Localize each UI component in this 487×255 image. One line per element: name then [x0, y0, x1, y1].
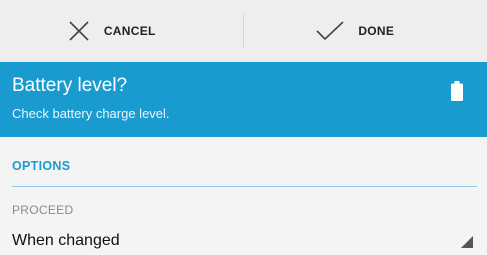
proceed-label: PROCEED	[12, 203, 74, 217]
dropdown-corner-icon	[461, 235, 473, 253]
dialog-header: Battery level? Check battery charge leve…	[0, 62, 487, 137]
action-divider	[243, 14, 244, 48]
done-label: DONE	[358, 24, 395, 38]
header-subtitle: Check battery charge level.	[12, 106, 170, 121]
section-divider	[12, 186, 477, 187]
dialog-screen: CANCEL DONE Battery level? Check battery…	[0, 0, 487, 255]
battery-icon	[451, 81, 463, 106]
proceed-dropdown[interactable]: When changed	[12, 232, 120, 250]
action-bar: CANCEL DONE	[0, 0, 487, 63]
cancel-label: CANCEL	[103, 24, 156, 38]
section-title: OPTIONS	[12, 159, 71, 173]
header-title: Battery level?	[12, 75, 128, 96]
check-icon	[316, 21, 344, 41]
options-section: OPTIONS PROCEED When changed	[0, 137, 487, 255]
cancel-button[interactable]: CANCEL	[0, 0, 244, 62]
done-button[interactable]: DONE	[224, 0, 487, 62]
close-icon	[68, 20, 90, 42]
